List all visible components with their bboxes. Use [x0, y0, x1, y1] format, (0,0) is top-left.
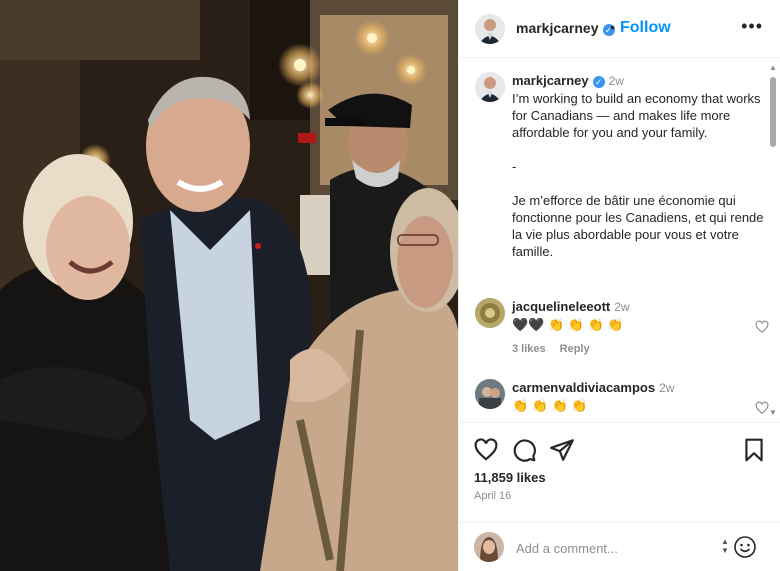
- add-comment-input[interactable]: [516, 539, 716, 557]
- caption-avatar[interactable]: [475, 72, 505, 102]
- comment-time: 2w: [659, 381, 675, 395]
- comment-meta: 3 likes Reply: [512, 343, 604, 355]
- post-header: markjcarney ✓ • Follow •••: [459, 0, 780, 58]
- post-date: April 16: [474, 490, 512, 502]
- comments-scrollbar[interactable]: ▲ ▼: [769, 63, 777, 417]
- commenter-username[interactable]: carmenvaldiviacampos 2w: [512, 380, 674, 395]
- comments-scroll-area[interactable]: markjcarney ✓ 2w I’m working to build an e…: [459, 58, 780, 422]
- comment-time: 2w: [614, 300, 630, 314]
- caption-body: markjcarney ✓ 2w I’m working to build an e…: [512, 72, 764, 260]
- author-username-link[interactable]: markjcarney ✓: [516, 20, 615, 36]
- commenter-avatar[interactable]: [475, 379, 505, 409]
- reply-button[interactable]: Reply: [560, 343, 590, 355]
- comment-like-heart-icon[interactable]: [755, 401, 769, 415]
- caption-time: 2w: [608, 74, 624, 88]
- author-username: markjcarney: [516, 20, 599, 36]
- spinner-arrows-icon[interactable]: ▲ ▼: [721, 537, 729, 555]
- commenter-username[interactable]: jacquelineleeott 2w: [512, 299, 630, 314]
- separator-dot: •: [610, 19, 615, 35]
- caption-text-fr: Je m’efforce de bâtir une économie qui f…: [512, 193, 768, 259]
- send-icon[interactable]: [549, 437, 575, 463]
- verified-badge-icon: ✓: [592, 76, 605, 88]
- post-photo[interactable]: [0, 0, 458, 571]
- post-actions: 11,859 likes April 16: [459, 422, 780, 522]
- current-user-avatar: [474, 532, 504, 562]
- scroll-up-arrow-icon[interactable]: ▲: [769, 63, 777, 72]
- scrollbar-thumb[interactable]: [770, 77, 776, 147]
- heart-icon[interactable]: [473, 437, 499, 463]
- add-comment-bar: ▲▼: [459, 522, 780, 571]
- comment-text: 👏 👏 👏 👏: [512, 398, 588, 413]
- more-options-icon[interactable]: •••: [741, 16, 763, 37]
- smiley-icon[interactable]: [733, 535, 757, 559]
- post-detail-panel: markjcarney ✓ • Follow ••• markjcarney ✓ 2w…: [458, 0, 780, 571]
- comment-likes-count[interactable]: 3 likes: [512, 343, 546, 355]
- author-avatar[interactable]: [475, 14, 505, 44]
- comment-like-heart-icon[interactable]: [755, 320, 769, 334]
- caption-text-en: I’m working to build an economy that wor…: [512, 91, 765, 140]
- photo-illustration: [0, 0, 458, 571]
- scroll-down-arrow-icon[interactable]: ▼: [769, 408, 777, 417]
- follow-button[interactable]: Follow: [620, 19, 671, 37]
- caption-username[interactable]: markjcarney: [512, 73, 589, 88]
- bookmark-icon[interactable]: [741, 437, 767, 463]
- commenter-avatar[interactable]: [475, 298, 505, 328]
- likes-count[interactable]: 11,859 likes: [474, 470, 546, 485]
- caption-separator: -: [512, 159, 517, 174]
- comment-text: 🖤🖤 👏 👏 👏 👏: [512, 317, 624, 332]
- comment-bubble-icon[interactable]: [511, 437, 537, 463]
